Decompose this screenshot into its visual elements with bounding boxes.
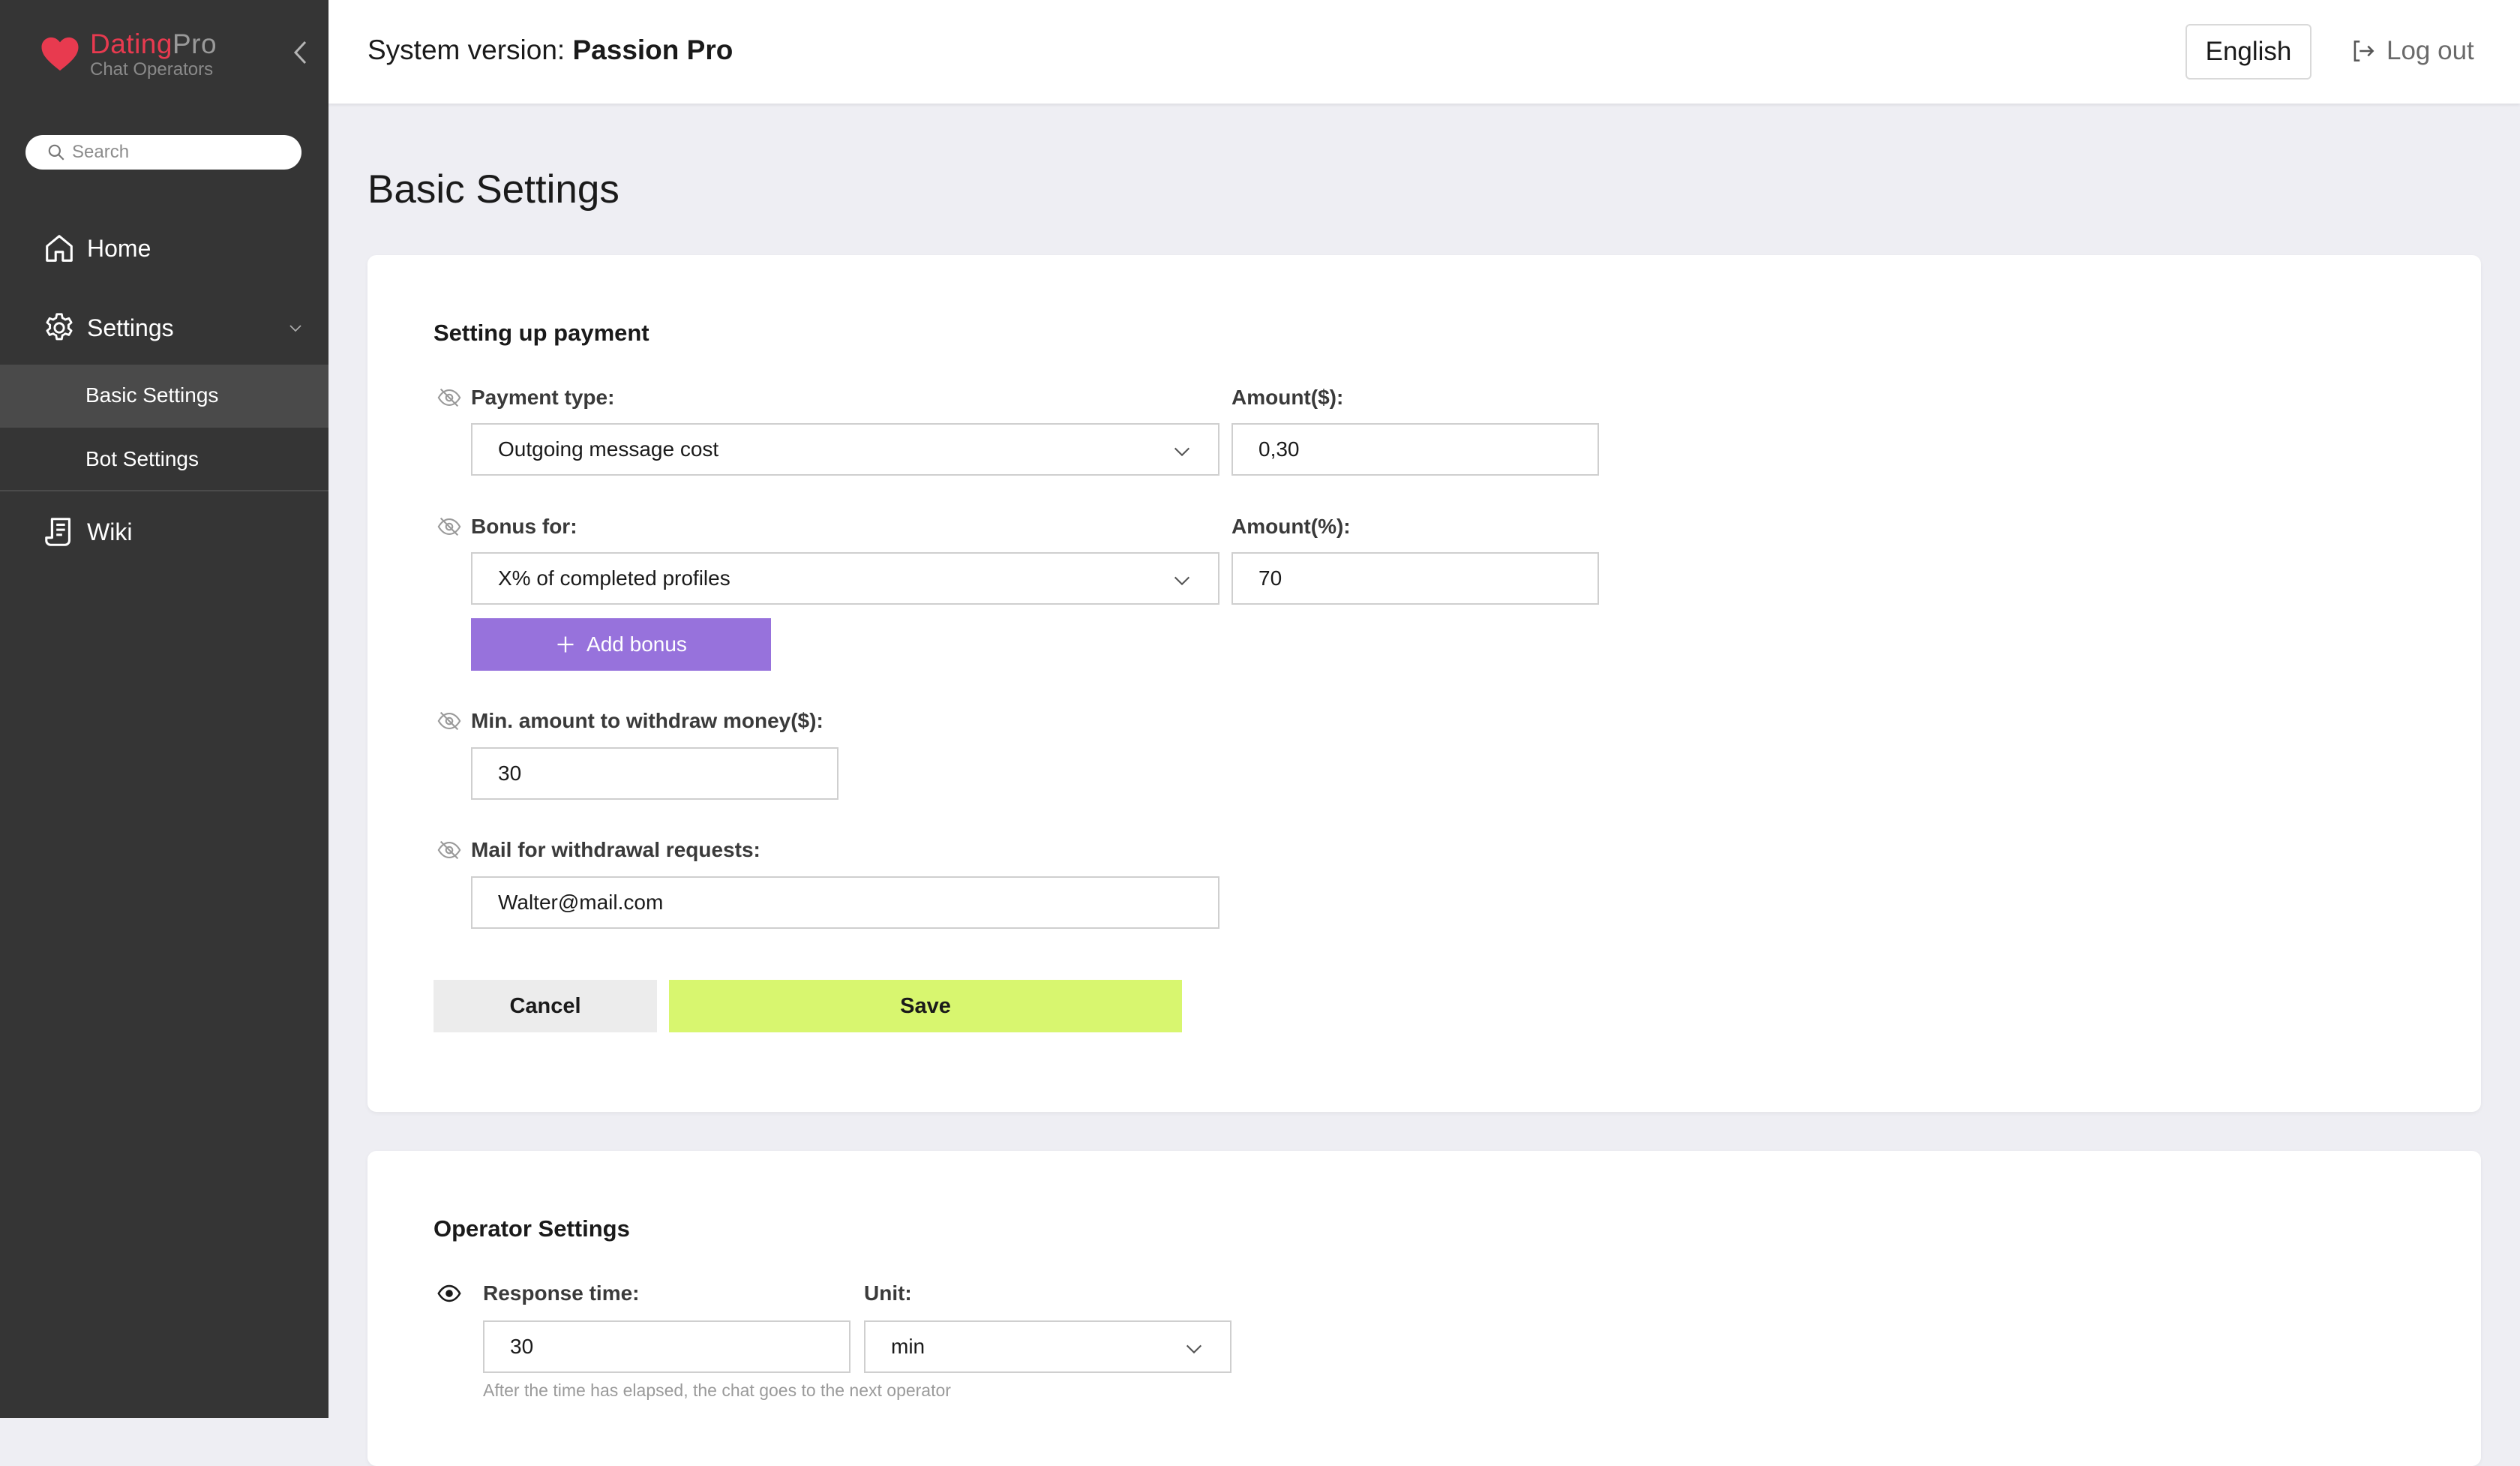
system-version-value: Passion Pro bbox=[572, 35, 734, 65]
eye-icon[interactable] bbox=[436, 1281, 462, 1306]
withdrawal-mail-value: Walter@mail.com bbox=[498, 891, 664, 914]
sidebar-item-label: Bot Settings bbox=[86, 447, 199, 470]
search-icon bbox=[48, 144, 64, 161]
system-version-label: System version: bbox=[368, 35, 566, 65]
amount-usd-label: Amount($): bbox=[1232, 386, 1344, 409]
logo[interactable]: DatingPro Chat Operators bbox=[39, 27, 217, 81]
eye-off-icon[interactable] bbox=[436, 514, 462, 539]
payment-section-title: Setting up payment bbox=[434, 320, 650, 346]
response-time-field[interactable]: 30 bbox=[483, 1320, 850, 1373]
document-icon bbox=[45, 518, 70, 546]
payment-type-select[interactable]: Outgoing message cost bbox=[471, 423, 1220, 476]
nav-item-settings-label: Settings bbox=[87, 314, 174, 341]
withdrawal-mail-label: Mail for withdrawal requests: bbox=[471, 838, 760, 861]
logo-brand: Dating bbox=[90, 28, 172, 59]
logout-icon bbox=[2354, 41, 2374, 62]
logout-button[interactable]: Log out bbox=[2349, 30, 2474, 72]
add-bonus-label: Add bonus bbox=[586, 632, 687, 656]
chevron-down-icon bbox=[1186, 1344, 1202, 1354]
response-time-value: 30 bbox=[510, 1335, 534, 1358]
withdrawal-mail-field[interactable]: Walter@mail.com bbox=[471, 876, 1220, 929]
amount-percent-value: 70 bbox=[1258, 566, 1282, 590]
heart-icon bbox=[41, 37, 79, 71]
logo-brand-suffix: Pro bbox=[172, 28, 218, 59]
chevron-left-icon bbox=[293, 41, 307, 65]
min-withdraw-field[interactable]: 30 bbox=[471, 747, 838, 800]
sidebar: DatingPro Chat Operators Home Settings B… bbox=[0, 0, 328, 1418]
logo-subtitle: Chat Operators bbox=[90, 59, 214, 80]
response-time-hint: After the time has elapsed, the chat goe… bbox=[483, 1380, 951, 1400]
operator-settings-card: Operator Settings Response time: 30 Unit… bbox=[368, 1151, 2481, 1466]
amount-percent-field[interactable]: 70 bbox=[1232, 552, 1599, 605]
min-withdraw-value: 30 bbox=[498, 762, 522, 785]
nav-item-wiki-label: Wiki bbox=[87, 518, 133, 545]
amount-usd-value: 0,30 bbox=[1258, 437, 1300, 461]
search-input[interactable] bbox=[72, 142, 282, 163]
sidebar-item-label: Basic Settings bbox=[86, 383, 219, 407]
logout-label: Log out bbox=[2386, 36, 2474, 65]
bonus-for-label: Bonus for: bbox=[471, 515, 578, 538]
eye-off-icon[interactable] bbox=[436, 385, 462, 410]
search-box bbox=[26, 135, 302, 170]
gear-icon bbox=[46, 313, 73, 341]
home-icon bbox=[46, 235, 73, 262]
chevron-down-icon bbox=[290, 325, 302, 332]
unit-value: min bbox=[891, 1335, 926, 1358]
eye-off-icon[interactable] bbox=[436, 708, 462, 734]
amount-percent-label: Amount(%): bbox=[1232, 515, 1351, 538]
chevron-down-icon bbox=[1174, 576, 1190, 586]
nav-item-settings[interactable]: Settings bbox=[0, 294, 328, 362]
response-time-label: Response time: bbox=[483, 1281, 640, 1305]
sidebar-item-bot-settings[interactable]: Bot Settings bbox=[0, 428, 328, 491]
chevron-down-icon bbox=[1174, 447, 1190, 457]
language-button[interactable]: English bbox=[2186, 24, 2312, 80]
system-version: System version: Passion Pro bbox=[368, 35, 733, 66]
payment-settings-card: Setting up payment Payment type: Outgoin… bbox=[368, 255, 2481, 1112]
payment-type-label: Payment type: bbox=[471, 386, 615, 409]
nav-item-home[interactable]: Home bbox=[0, 215, 328, 282]
bonus-for-value: X% of completed profiles bbox=[498, 566, 730, 590]
unit-select[interactable]: min bbox=[864, 1320, 1232, 1373]
operator-section-title: Operator Settings bbox=[434, 1215, 630, 1242]
payment-type-value: Outgoing message cost bbox=[498, 437, 719, 461]
min-withdraw-label: Min. amount to withdraw money($): bbox=[471, 709, 824, 732]
plus-icon bbox=[557, 636, 574, 653]
bonus-for-select[interactable]: X% of completed profiles bbox=[471, 552, 1220, 605]
logo-title: DatingPro bbox=[90, 30, 217, 58]
add-bonus-button[interactable]: Add bonus bbox=[471, 618, 771, 671]
amount-usd-field[interactable]: 0,30 bbox=[1232, 423, 1599, 476]
page-title: Basic Settings bbox=[368, 167, 620, 212]
unit-label: Unit: bbox=[864, 1281, 912, 1305]
collapse-sidebar-button[interactable] bbox=[286, 38, 314, 68]
nav-item-wiki[interactable]: Wiki bbox=[0, 498, 328, 566]
nav-item-home-label: Home bbox=[87, 234, 152, 262]
top-header: System version: Passion Pro English Log … bbox=[328, 0, 2520, 104]
cancel-button[interactable]: Cancel bbox=[434, 980, 657, 1032]
save-button[interactable]: Save bbox=[669, 980, 1182, 1032]
sidebar-item-basic-settings[interactable]: Basic Settings bbox=[0, 365, 328, 428]
eye-off-icon[interactable] bbox=[436, 837, 462, 863]
